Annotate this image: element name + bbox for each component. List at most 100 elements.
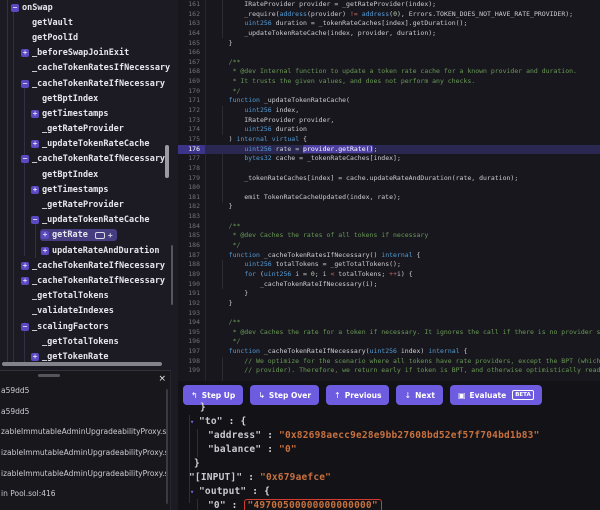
call-trace-item[interactable]: −onSwap [0,0,178,15]
call-inner: −onSwap [10,2,57,14]
code-line: 182 } [178,202,600,212]
call-trace-item[interactable]: +getTimestamps [0,106,178,121]
call-inner: +getTimestamps [30,108,113,120]
expand-icon[interactable]: + [21,262,29,270]
arrow-down-icon: ↓ [404,391,411,400]
tree-horizontal-scrollbar[interactable] [2,362,162,366]
call-trace-list: −onSwapgetVaultgetPoolId+_beforeSwapJoin… [0,0,178,368]
popup-stack-line[interactable]: a59dd5 [1,402,166,423]
collapse-arrow-icon[interactable]: ▾ [190,485,199,499]
code-text: } [213,202,233,212]
popup-scrollbar[interactable] [166,389,168,504]
code-line: 196 */ [178,337,600,347]
json-key: "[INPUT]" [189,472,242,483]
json-brace: : [242,472,260,483]
call-trace-item[interactable]: −_updateTokenRateCache [0,213,178,228]
call-trace-item[interactable]: −_cacheTokenRateIfNecessary [0,152,178,167]
step-over-icon: ↳ [258,391,265,400]
call-trace-item[interactable]: +updateRateAndDuration [0,243,178,258]
popup-stack-line[interactable]: a59dd5 [1,381,166,402]
code-text: uint256 duration = _tokenRateCaches[inde… [213,19,467,29]
expand-icon[interactable]: + [31,140,39,148]
call-inner: _getTotalTokens [30,336,123,348]
code-line: 185 * @dev Caches the rates of all token… [178,231,600,241]
expand-icon[interactable]: + [21,277,29,285]
collapse-icon[interactable]: − [31,216,39,224]
popup-stack-line[interactable]: in Pool.sol:416 [1,484,166,505]
json-brace: : [261,444,279,455]
expand-icon[interactable]: + [31,353,39,361]
code-line: 179 _tokenRateCaches[index] = cache.upda… [178,174,600,184]
line-number: 172 [178,106,205,116]
line-number: 186 [178,241,205,251]
code-text: _cacheTokenRateIfNecessary(i); [213,280,377,290]
call-trace-item[interactable]: −_cacheTokenRateIfNecessary [0,76,178,91]
json-key: "0" [208,500,226,510]
line-number: 166 [178,48,205,58]
collapse-icon[interactable]: − [21,323,29,331]
tree-vertical-scrollbar-secondary[interactable] [171,245,173,305]
call-inner: +updateRateAndDuration [40,245,163,257]
expand-icon[interactable]: + [41,231,49,239]
call-trace-label: _getTotalTokens [42,337,119,347]
call-trace-item[interactable]: getPoolId [0,30,178,45]
expand-icon[interactable]: + [41,247,49,255]
popup-drag-handle[interactable] [38,374,60,377]
call-trace-item[interactable]: _getRateProvider [0,122,178,137]
collapse-icon[interactable]: − [21,155,29,163]
call-trace-item[interactable]: +_cacheTokenRateIfNecessary [0,258,178,273]
call-trace-item[interactable]: _getRateProvider [0,197,178,212]
collapse-icon[interactable]: − [21,80,29,88]
call-trace-label: _cacheTokenRateIfNecessary [32,261,165,271]
code-line: 180 [178,183,600,193]
call-trace-item[interactable]: getBptIndex [0,91,178,106]
call-inner: −_cacheTokenRateIfNecessary [20,78,169,90]
add-comment-icon[interactable]: + [108,231,113,240]
call-trace-item[interactable]: +_beforeSwapJoinExit [0,46,178,61]
collapse-icon[interactable]: − [11,4,19,12]
code-line: 193 [178,309,600,319]
step-over-label: Step Over [269,391,311,400]
code-text: uint256 index, [213,106,299,116]
call-trace-item[interactable]: _cacheTokenRatesIfNecessary [0,61,178,76]
expand-icon[interactable]: + [31,186,39,194]
popup-stack-line[interactable]: izableImmutableAdminUpgradeabilityProxy.… [1,443,166,464]
evaluate-icon: ▣ [458,391,466,400]
code-lines: 161 IRateProvider provider = _getRatePro… [178,0,600,376]
json-row: } [178,457,600,471]
call-trace-item[interactable]: +getTimestamps [0,182,178,197]
code-text: } [213,299,233,309]
code-text: for (uint256 i = 0; i < totalTokens; ++i… [213,270,413,280]
call-inner: +_updateTokenRateCache [30,138,153,150]
line-number: 182 [178,202,205,212]
call-trace-item[interactable]: +_updateTokenRateCache [0,137,178,152]
popup-stack-line[interactable]: zableImmutableAdminUpgradeabilityProxy.s… [1,422,166,443]
call-trace-item[interactable]: +getRate+ [0,228,178,243]
call-trace-item[interactable]: getVault [0,15,178,30]
tree-vertical-scrollbar[interactable] [165,145,169,178]
collapse-arrow-icon[interactable]: ▾ [190,415,199,429]
comment-icon[interactable] [95,232,105,239]
call-trace-item[interactable]: _validateIndexes [0,304,178,319]
line-number: 167 [178,58,205,68]
expand-icon[interactable]: + [31,110,39,118]
call-trace-item[interactable]: _getTotalTokens [0,289,178,304]
call-inner: +_cacheTokenRateIfNecessary [20,275,169,287]
line-number: 179 [178,174,205,184]
json-row: ▾"to" : { [178,415,600,429]
call-trace-item[interactable]: −_scalingFactors [0,319,178,334]
line-number: 175 [178,135,205,145]
popup-stack-line[interactable]: izableImmutableAdminUpgradeabilityProxy.… [1,464,166,485]
json-row: "address" : "0x82698aecc9e28e9bb27608bd5… [178,429,600,443]
code-line: 174 uint256 duration [178,125,600,135]
call-trace-item[interactable]: _getTotalTokens [0,334,178,349]
call-trace-item[interactable]: +_cacheTokenRateIfNecessary [0,273,178,288]
code-line: 161 IRateProvider provider = _getRatePro… [178,0,600,10]
code-line: 164 _updateTokenRateCache(index, provide… [178,29,600,39]
expand-icon[interactable]: + [21,49,29,57]
call-trace-label: _cacheTokenRateIfNecessary [32,79,165,89]
call-trace-item[interactable]: getBptIndex [0,167,178,182]
next-label: Next [415,391,435,400]
call-trace-label: _getTotalTokens [32,291,109,301]
call-inner: +getTimestamps [30,184,113,196]
